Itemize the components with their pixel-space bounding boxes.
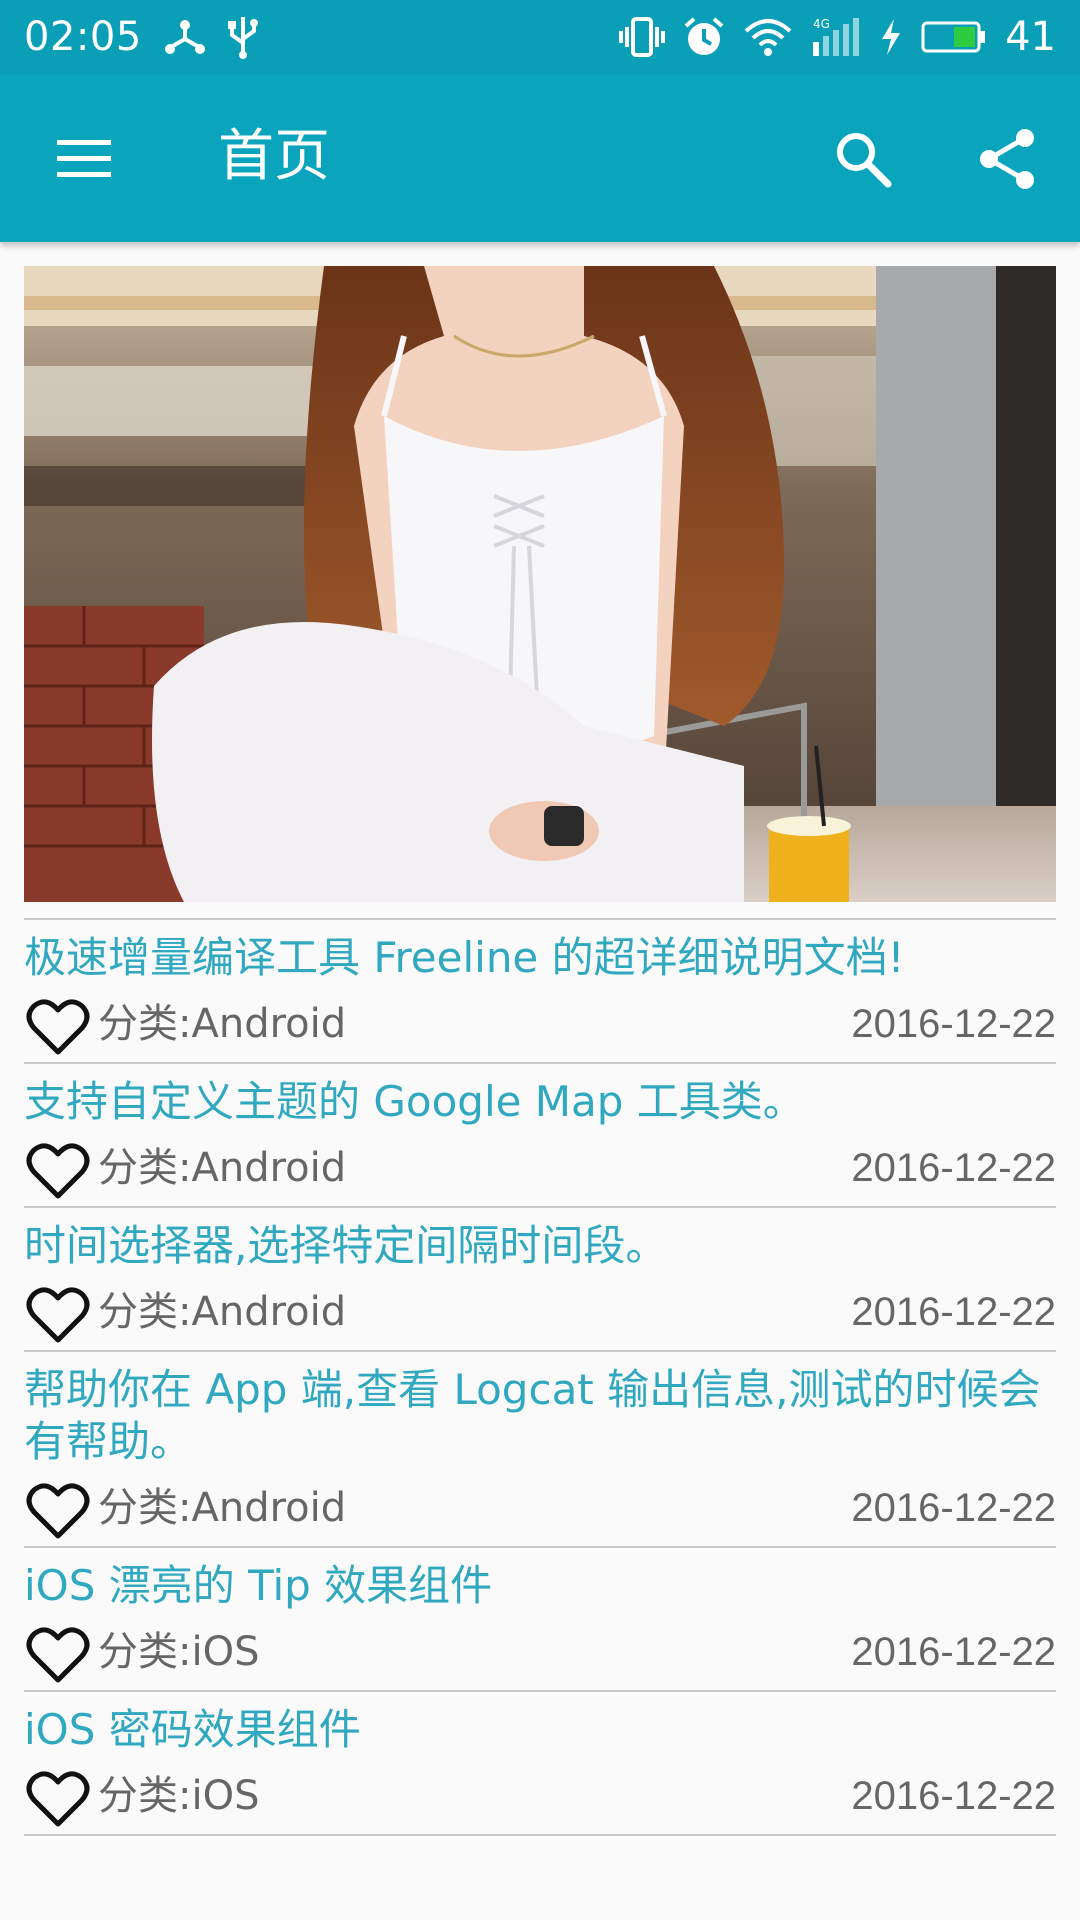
article-category: 分类:iOS <box>98 1773 260 1819</box>
article-date: 2016-12-22 <box>851 1774 1056 1818</box>
heart-icon[interactable] <box>24 1480 92 1542</box>
cellular-signal-icon: 4G <box>811 16 861 58</box>
article-category: 分类:Android <box>98 1289 347 1335</box>
article-meta: 分类:Android 2016-12-22 <box>24 984 1056 1062</box>
heart-icon[interactable] <box>24 1624 92 1686</box>
banner-image[interactable] <box>24 266 1056 902</box>
banner-photo <box>24 266 1056 902</box>
list-item[interactable]: 极速增量编译工具 Freeline 的超详细说明文档! 分类:Android 2… <box>24 918 1056 1062</box>
battery-percentage: 41 <box>1005 14 1056 60</box>
article-date: 2016-12-22 <box>851 1290 1056 1334</box>
list-item[interactable]: 支持自定义主题的 Google Map 工具类。 分类:Android 2016… <box>24 1062 1056 1206</box>
article-category: 分类:Android <box>98 1145 347 1191</box>
menu-icon <box>55 136 113 180</box>
article-list: 极速增量编译工具 Freeline 的超详细说明文档! 分类:Android 2… <box>24 918 1056 1836</box>
menu-button[interactable] <box>34 118 134 198</box>
battery-icon <box>921 19 987 55</box>
alarm-icon <box>683 16 725 58</box>
status-bar-right: 4G 41 <box>619 14 1056 60</box>
article-title[interactable]: 支持自定义主题的 Google Map 工具类。 <box>24 1064 1056 1128</box>
search-icon <box>834 130 892 188</box>
network-type: 4G <box>813 17 830 31</box>
wifi-icon <box>743 17 793 57</box>
usb-tether-icon <box>164 17 206 57</box>
article-title[interactable]: 极速增量编译工具 Freeline 的超详细说明文档! <box>24 920 1056 984</box>
heart-icon[interactable] <box>24 1768 92 1830</box>
battery-level <box>954 27 976 47</box>
article-category: 分类:iOS <box>98 1629 260 1675</box>
article-title[interactable]: 帮助你在 App 端,查看 Logcat 输出信息,测试的时候会有帮助。 <box>24 1352 1056 1468</box>
article-date: 2016-12-22 <box>851 1146 1056 1190</box>
usb-icon <box>227 15 258 59</box>
app-bar: 首页 <box>0 74 1080 242</box>
charging-icon <box>879 17 903 57</box>
vibrate-icon <box>619 17 666 57</box>
list-item[interactable]: iOS 密码效果组件 分类:iOS 2016-12-22 <box>24 1690 1056 1834</box>
status-bar-left: 02:05 <box>24 14 619 60</box>
article-category: 分类:Android <box>98 1001 347 1047</box>
article-title[interactable]: iOS 漂亮的 Tip 效果组件 <box>24 1548 1056 1612</box>
article-meta: 分类:Android 2016-12-22 <box>24 1128 1056 1206</box>
list-item[interactable]: 时间选择器,选择特定间隔时间段。 分类:Android 2016-12-22 <box>24 1206 1056 1350</box>
article-date: 2016-12-22 <box>851 1630 1056 1674</box>
share-icon <box>977 128 1037 190</box>
article-title[interactable]: iOS 密码效果组件 <box>24 1692 1056 1756</box>
article-meta: 分类:Android 2016-12-22 <box>24 1468 1056 1546</box>
share-button[interactable] <box>962 114 1052 204</box>
main-content: 极速增量编译工具 Freeline 的超详细说明文档! 分类:Android 2… <box>0 242 1080 1920</box>
article-meta: 分类:Android 2016-12-22 <box>24 1272 1056 1350</box>
article-date: 2016-12-22 <box>851 1486 1056 1530</box>
article-meta: 分类:iOS 2016-12-22 <box>24 1756 1056 1834</box>
heart-icon[interactable] <box>24 1140 92 1202</box>
status-bar: 02:05 4G 41 <box>0 0 1080 74</box>
article-title[interactable]: 时间选择器,选择特定间隔时间段。 <box>24 1208 1056 1272</box>
status-time: 02:05 <box>24 14 142 60</box>
search-button[interactable] <box>818 114 908 204</box>
heart-icon[interactable] <box>24 1284 92 1346</box>
list-divider <box>24 1834 1056 1836</box>
page-title: 首页 <box>218 124 330 189</box>
list-item[interactable]: iOS 漂亮的 Tip 效果组件 分类:iOS 2016-12-22 <box>24 1546 1056 1690</box>
article-category: 分类:Android <box>98 1485 347 1531</box>
article-date: 2016-12-22 <box>851 1002 1056 1046</box>
heart-icon[interactable] <box>24 996 92 1058</box>
list-item[interactable]: 帮助你在 App 端,查看 Logcat 输出信息,测试的时候会有帮助。 分类:… <box>24 1350 1056 1546</box>
article-meta: 分类:iOS 2016-12-22 <box>24 1612 1056 1690</box>
